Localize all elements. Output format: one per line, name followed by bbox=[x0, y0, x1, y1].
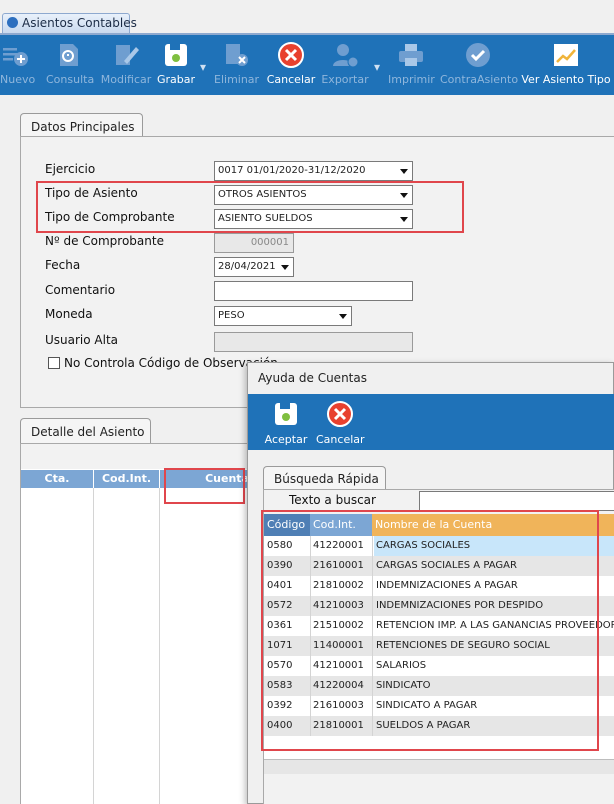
cancel-icon bbox=[327, 401, 353, 427]
contra-asiento-button[interactable]: ContraAsiento bbox=[440, 35, 519, 95]
save-disk-icon bbox=[165, 44, 187, 66]
export-user-icon bbox=[333, 44, 359, 68]
query-document-icon bbox=[60, 44, 78, 66]
texto-buscar-input[interactable] bbox=[419, 491, 614, 511]
comentario-field[interactable] bbox=[214, 281, 413, 301]
grid-divider bbox=[159, 488, 160, 804]
new-document-icon bbox=[3, 48, 28, 66]
moneda-select[interactable]: PESO bbox=[214, 306, 352, 326]
fecha-label: Fecha bbox=[45, 258, 81, 272]
consulta-button[interactable]: Consulta bbox=[46, 35, 95, 95]
chart-icon bbox=[554, 44, 578, 66]
ver-asiento-tipo-label: Ver Asiento Tipo bbox=[521, 73, 611, 86]
col-cod-int-label: Cod.Int. bbox=[101, 472, 152, 485]
ejercicio-select[interactable]: 0017 01/01/2020-31/12/2020 bbox=[214, 161, 413, 181]
grabar-label: Grabar bbox=[156, 73, 196, 86]
col-cod-int[interactable]: Cod.Int. bbox=[94, 470, 159, 488]
usuario-alta-field[interactable] bbox=[214, 332, 413, 352]
imprimir-button[interactable]: Imprimir bbox=[388, 35, 435, 95]
app-icon bbox=[7, 17, 18, 28]
nuevo-button[interactable]: Nuevo bbox=[0, 35, 36, 95]
edit-document-icon bbox=[116, 45, 139, 65]
grabar-button[interactable]: Grabar bbox=[155, 35, 197, 95]
imprimir-label: Imprimir bbox=[388, 73, 435, 86]
aceptar-label: Aceptar bbox=[264, 433, 308, 446]
exportar-label: Exportar bbox=[321, 73, 369, 86]
dialog-cancelar-button[interactable]: Cancelar bbox=[316, 394, 365, 450]
col-cta-label: Cta. bbox=[44, 472, 70, 485]
tab-asientos-contables[interactable]: Asientos Contables bbox=[2, 13, 137, 33]
eliminar-label: Eliminar bbox=[214, 73, 260, 86]
dialog-cancelar-label: Cancelar bbox=[316, 433, 365, 446]
cancelar-button[interactable]: Cancelar bbox=[266, 35, 316, 95]
cancelar-label: Cancelar bbox=[266, 73, 316, 86]
nro-comprobante-value: 000001 bbox=[250, 237, 289, 248]
nro-comprobante-field[interactable]: 000001 bbox=[214, 233, 294, 253]
dialog-title: Ayuda de Cuentas bbox=[258, 371, 367, 385]
col-cta[interactable]: Cta. bbox=[21, 470, 93, 488]
nro-comprobante-label: Nº de Comprobante bbox=[45, 234, 164, 248]
no-controla-checkbox[interactable] bbox=[48, 357, 60, 369]
main-toolbar: Nuevo Consulta Modificar Grabar ▾ Elimin… bbox=[0, 35, 614, 95]
check-circle-icon bbox=[466, 43, 490, 67]
contra-asiento-label: ContraAsiento bbox=[440, 73, 519, 86]
chevron-down-icon bbox=[400, 169, 408, 174]
no-controla-label: No Controla Código de Observación bbox=[64, 356, 278, 370]
grid-scrollbar[interactable] bbox=[264, 759, 614, 774]
usuario-alta-label: Usuario Alta bbox=[45, 333, 119, 347]
modificar-label: Modificar bbox=[100, 73, 152, 86]
detalle-tab-label: Detalle del Asiento bbox=[31, 425, 145, 439]
printer-icon bbox=[399, 44, 423, 66]
ejercicio-value: 0017 01/01/2020-31/12/2020 bbox=[218, 165, 366, 176]
busqueda-tab-label: Búsqueda Rápida bbox=[274, 472, 379, 486]
chevron-down-icon bbox=[339, 314, 347, 319]
eliminar-button[interactable]: Eliminar bbox=[214, 35, 260, 95]
delete-document-icon bbox=[226, 44, 248, 66]
tab-label: Asientos Contables bbox=[22, 16, 137, 30]
grid-divider bbox=[93, 488, 94, 804]
tab-datos-principales[interactable]: Datos Principales bbox=[20, 113, 143, 137]
dialog-toolbar: Aceptar Cancelar bbox=[248, 394, 614, 450]
moneda-value: PESO bbox=[218, 310, 245, 321]
fecha-picker[interactable]: 28/04/2021 bbox=[214, 257, 294, 277]
highlight-cuenta-column bbox=[164, 468, 245, 504]
nuevo-label: Nuevo bbox=[0, 73, 36, 86]
tab-detalle-asiento[interactable]: Detalle del Asiento bbox=[20, 418, 151, 444]
datos-principales-tab-label: Datos Principales bbox=[31, 120, 135, 134]
consulta-label: Consulta bbox=[46, 73, 95, 86]
save-disk-icon bbox=[275, 403, 297, 425]
highlight-tipo-box bbox=[36, 181, 464, 233]
exportar-dropdown-icon[interactable]: ▾ bbox=[374, 60, 380, 74]
aceptar-button[interactable]: Aceptar bbox=[264, 394, 308, 450]
tab-busqueda-rapida[interactable]: Búsqueda Rápida bbox=[263, 466, 386, 490]
ejercicio-label: Ejercicio bbox=[45, 162, 96, 176]
exportar-button[interactable]: Exportar bbox=[320, 35, 370, 95]
modificar-button[interactable]: Modificar bbox=[100, 35, 152, 95]
texto-buscar-label: Texto a buscar bbox=[289, 493, 376, 507]
ayuda-cuentas-dialog: Ayuda de Cuentas Aceptar Cancelar Búsque… bbox=[247, 362, 614, 804]
chevron-down-icon bbox=[281, 265, 289, 270]
highlight-results-box bbox=[261, 510, 599, 751]
comentario-label: Comentario bbox=[45, 283, 116, 297]
moneda-label: Moneda bbox=[45, 307, 93, 321]
cancel-icon bbox=[278, 42, 304, 68]
ver-asiento-tipo-button[interactable]: Ver Asiento Tipo bbox=[520, 35, 612, 95]
grabar-dropdown-icon[interactable]: ▾ bbox=[200, 60, 206, 74]
fecha-value: 28/04/2021 bbox=[218, 261, 276, 272]
